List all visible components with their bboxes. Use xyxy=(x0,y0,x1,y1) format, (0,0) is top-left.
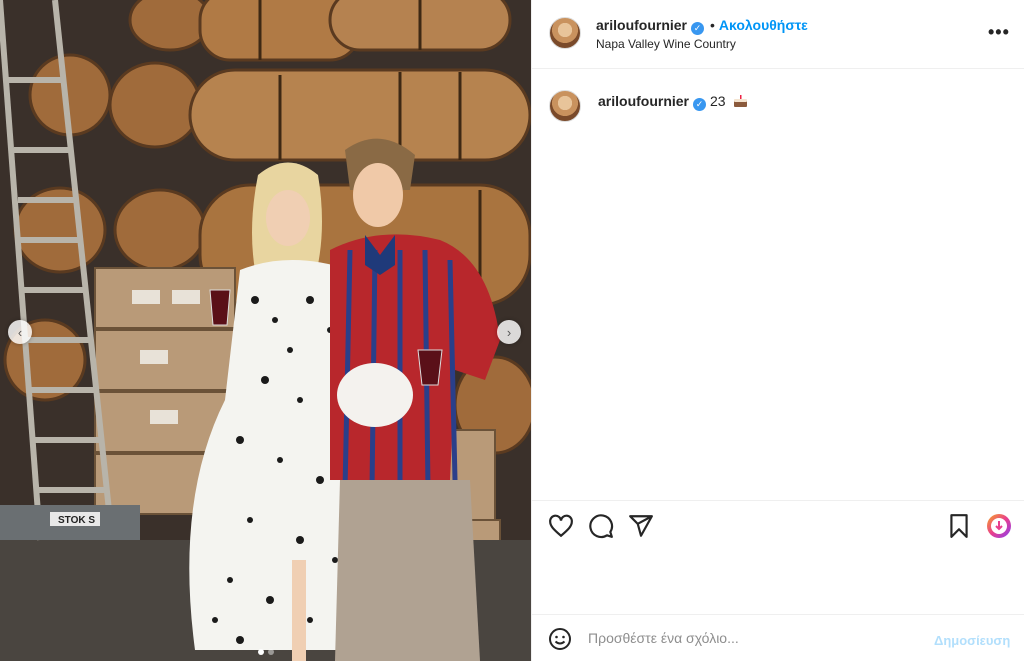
comment-input[interactable] xyxy=(588,627,918,649)
bookmark-icon[interactable] xyxy=(946,513,972,539)
post-actions xyxy=(532,500,1024,552)
cake-emoji-icon xyxy=(734,95,748,107)
post-comment-button[interactable]: Δημοσίευση xyxy=(934,633,1010,648)
follow-button[interactable]: Ακολουθήστε xyxy=(719,17,808,33)
separator-dot: • xyxy=(710,17,715,33)
avatar[interactable] xyxy=(549,90,581,122)
emoji-icon[interactable] xyxy=(548,627,572,651)
carousel-indicator xyxy=(0,649,531,655)
comment-bar: Δημοσίευση xyxy=(532,614,1024,661)
verified-badge-icon: ✓ xyxy=(691,22,705,35)
carousel-dot xyxy=(257,649,264,655)
carousel-dot xyxy=(267,649,274,655)
caption-text: 23 xyxy=(710,93,726,109)
caption-username-link[interactable]: ariloufournier xyxy=(598,93,689,109)
verified-badge-icon: ✓ xyxy=(693,98,707,111)
more-options-icon[interactable]: ••• xyxy=(988,22,1010,43)
heart-icon[interactable] xyxy=(548,513,574,539)
photo-image: STOK S xyxy=(0,0,531,661)
download-badge-icon[interactable] xyxy=(986,513,1012,539)
share-icon[interactable] xyxy=(628,513,654,539)
username-link[interactable]: ariloufournier xyxy=(596,17,687,33)
crate-label: STOK S xyxy=(58,515,95,526)
avatar[interactable] xyxy=(549,17,581,49)
next-image-button[interactable]: › xyxy=(497,320,521,344)
post-header: ariloufournier ✓ • Ακολουθήστε Napa Valley … xyxy=(532,0,1024,69)
location-link[interactable]: Napa Valley Wine Country xyxy=(596,37,736,51)
comment-icon[interactable] xyxy=(588,513,614,539)
post-side-panel: ariloufournier ✓ • Ακολουθήστε Napa Valley … xyxy=(531,0,1024,661)
post-photo[interactable]: STOK S ‹ › xyxy=(0,0,531,661)
previous-image-button[interactable]: ‹ xyxy=(8,320,32,344)
